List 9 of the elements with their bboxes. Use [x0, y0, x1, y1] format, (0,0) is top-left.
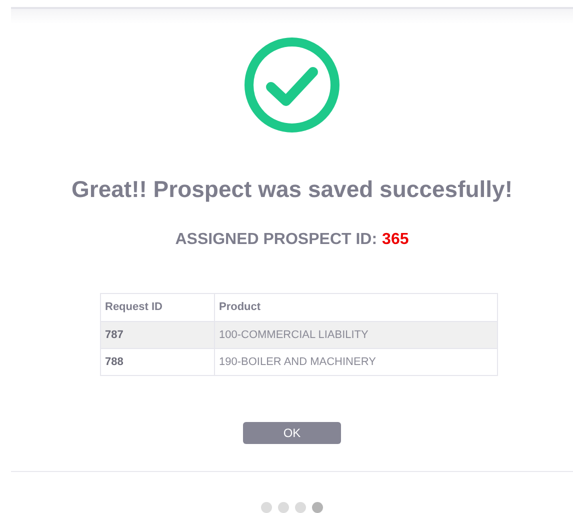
success-heading: Great!! Prospect was saved succesfully! — [70, 174, 514, 204]
column-header: Request ID — [100, 294, 214, 322]
table-cell: 788 — [100, 348, 214, 376]
table-cell: 190-BOILER AND MACHINERY — [214, 348, 498, 376]
check-circle-icon — [243, 36, 341, 134]
column-header: Product — [214, 294, 498, 322]
prospect-id-value: 365 — [382, 230, 409, 250]
ok-button[interactable]: OK — [243, 422, 341, 444]
prospect-id-label: ASSIGNED PROSPECT ID: — [175, 230, 378, 250]
